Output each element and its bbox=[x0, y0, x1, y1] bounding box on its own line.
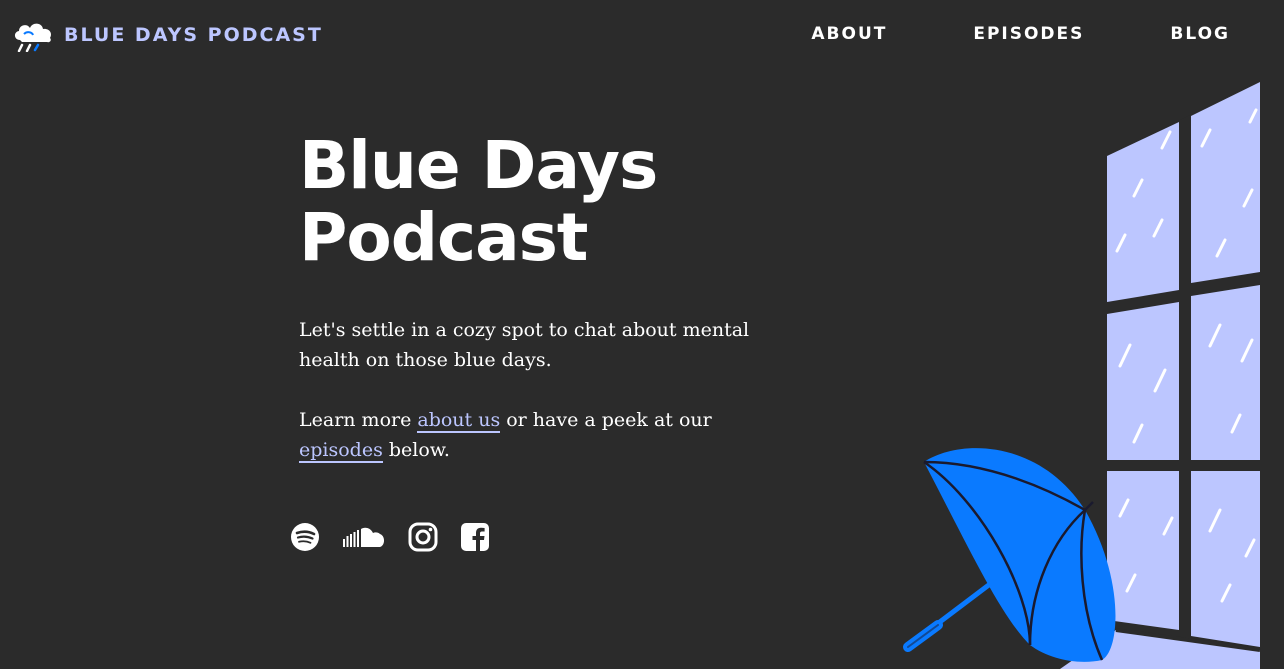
soundcloud-icon[interactable] bbox=[342, 525, 386, 549]
instagram-icon[interactable] bbox=[408, 522, 438, 552]
umbrella-icon bbox=[903, 448, 1116, 662]
nav-episodes[interactable]: EPISODES bbox=[973, 24, 1084, 44]
cloud-rain-icon bbox=[14, 23, 52, 52]
nav-about[interactable]: ABOUT bbox=[811, 24, 887, 44]
brand-home-link[interactable]: BLUE DAYS PODCAST bbox=[10, 18, 323, 52]
intro-text: Let's settle in a cozy spot to chat abou… bbox=[299, 319, 750, 371]
title-line-1: Blue Days bbox=[299, 127, 658, 204]
learn-suffix: below. bbox=[382, 439, 450, 461]
main-nav: ABOUT EPISODES BLOG bbox=[811, 24, 1230, 44]
spotify-icon[interactable] bbox=[290, 522, 320, 552]
about-us-link[interactable]: about us bbox=[417, 409, 501, 433]
learn-middle: or have a peek at our bbox=[500, 409, 712, 431]
episodes-link[interactable]: episodes bbox=[299, 439, 383, 463]
page-title: Blue Days Podcast bbox=[299, 127, 658, 276]
window-umbrella-illustration bbox=[903, 80, 1261, 669]
nav-blog[interactable]: BLOG bbox=[1170, 24, 1230, 44]
title-line-2: Podcast bbox=[299, 199, 588, 276]
brand-name: BLUE DAYS PODCAST bbox=[64, 24, 323, 46]
social-links bbox=[290, 522, 490, 552]
learn-more-text: Learn more about us or have a peek at ou… bbox=[299, 405, 759, 465]
facebook-icon[interactable] bbox=[460, 522, 490, 552]
learn-prefix: Learn more bbox=[299, 409, 418, 431]
